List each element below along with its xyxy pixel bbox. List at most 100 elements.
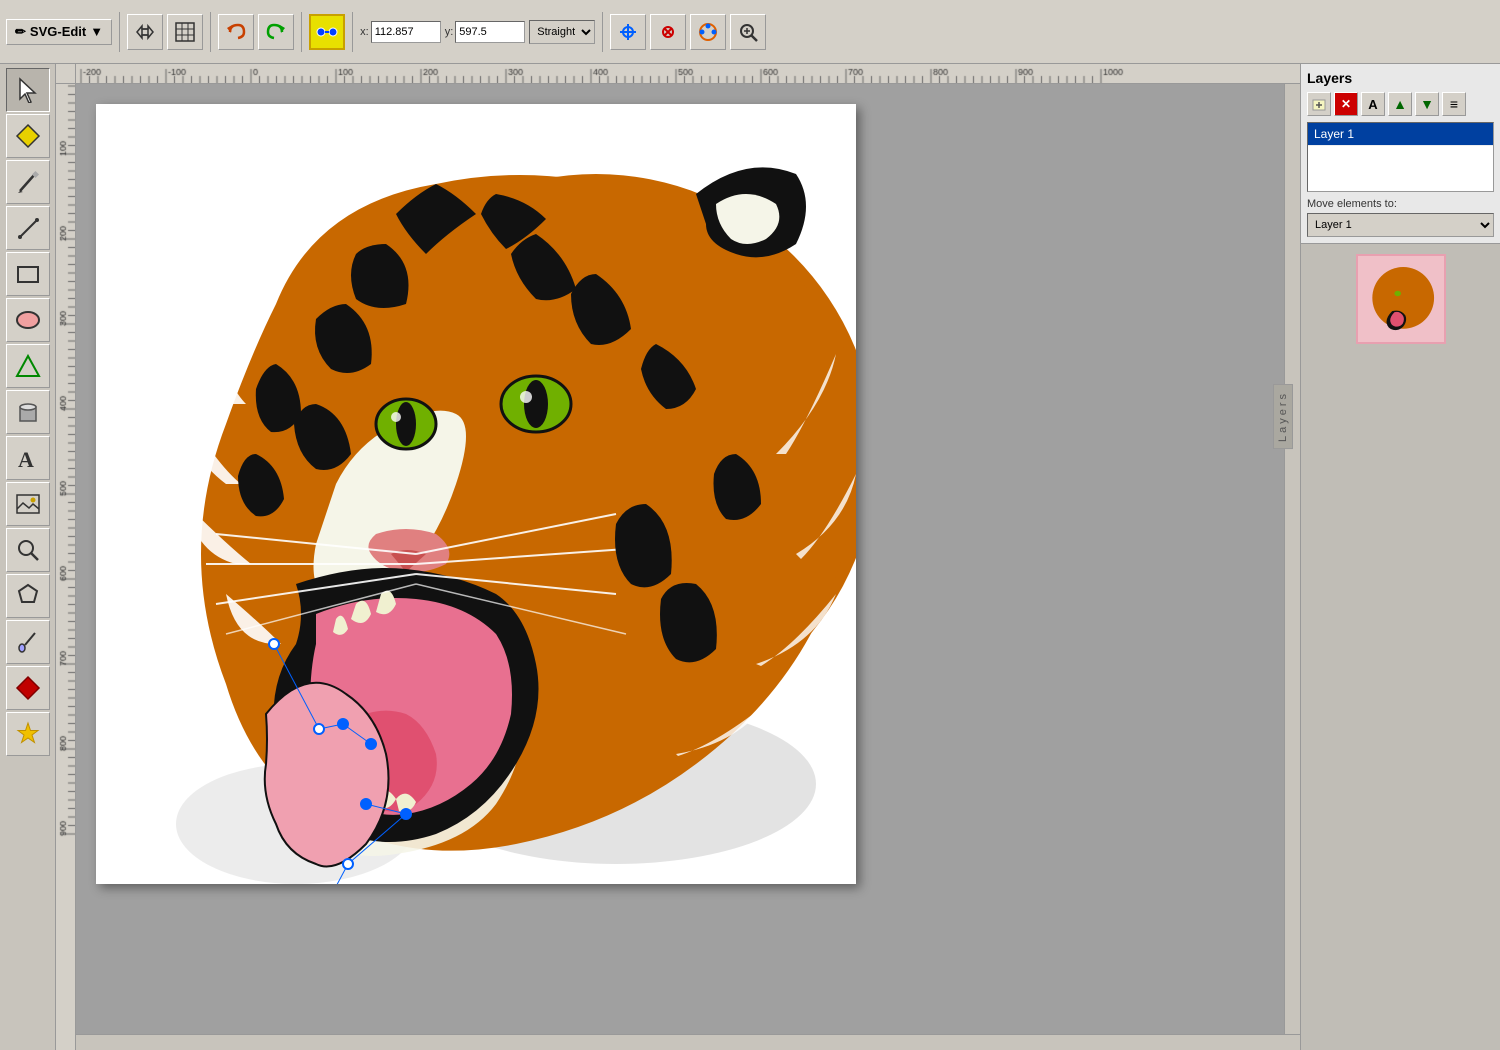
layers-title: Layers xyxy=(1307,70,1494,86)
star-icon xyxy=(15,721,41,747)
line-icon xyxy=(15,215,41,241)
add-node-icon xyxy=(616,20,640,44)
text-icon: A xyxy=(15,445,41,471)
x-coord-group: x: xyxy=(360,21,441,43)
main-toolbar: ✏ SVG-Edit ▼ xyxy=(0,0,1500,64)
x-label: x: xyxy=(360,26,369,38)
cylinder-tool-button[interactable] xyxy=(6,390,50,434)
image-tool-button[interactable] xyxy=(6,482,50,526)
layer-1-item[interactable]: Layer 1 xyxy=(1308,123,1493,146)
layers-side-tab[interactable]: Layers xyxy=(1273,384,1293,449)
rect-icon xyxy=(15,261,41,287)
y-input[interactable] xyxy=(455,21,525,43)
canvas-area xyxy=(56,64,1300,1050)
right-panel: Layers ✕ A ▲ ▼ ≡ Layer 1 xyxy=(1300,64,1500,1050)
dropper-tool-button[interactable] xyxy=(6,620,50,664)
new-layer-icon xyxy=(1311,96,1327,112)
y-label: y: xyxy=(445,26,454,38)
canvas-thumbnail xyxy=(1356,254,1446,344)
diamond-tool-button[interactable] xyxy=(6,666,50,710)
toggle-grid-button[interactable] xyxy=(167,14,203,50)
ruler-horizontal xyxy=(76,64,1300,84)
move-layer-down-button[interactable]: ▼ xyxy=(1415,92,1439,116)
zoom-button[interactable] xyxy=(730,14,766,50)
ruler-h-canvas xyxy=(76,64,1300,84)
undo-icon xyxy=(222,18,250,46)
rename-layer-button[interactable]: A xyxy=(1361,92,1385,116)
redo-button[interactable] xyxy=(258,14,294,50)
delete-node-icon xyxy=(656,20,680,44)
xml-icon xyxy=(133,20,157,44)
node-tool-active-button[interactable] xyxy=(309,14,345,50)
layers-list: Layer 1 xyxy=(1307,122,1494,192)
auto-smooth-icon xyxy=(696,20,720,44)
xml-editor-button[interactable] xyxy=(127,14,163,50)
svg-text:A: A xyxy=(18,447,34,471)
dropper-icon xyxy=(15,629,41,655)
segment-type-select[interactable]: Straight Curve Line Arc xyxy=(529,20,595,44)
layers-panel: Layers ✕ A ▲ ▼ ≡ Layer 1 xyxy=(1301,64,1500,244)
pencil-tool-button[interactable] xyxy=(6,160,50,204)
delete-layer-button[interactable]: ✕ xyxy=(1334,92,1358,116)
canvas-inner xyxy=(76,84,1300,1050)
redo-icon xyxy=(262,18,290,46)
new-layer-button[interactable] xyxy=(1307,92,1331,116)
zoom-tool-icon xyxy=(15,537,41,563)
thumbnail-svg xyxy=(1358,256,1444,342)
node-active-icon xyxy=(315,20,339,44)
layer-1-name: Layer 1 xyxy=(1314,127,1354,141)
ruler-corner xyxy=(56,64,76,84)
separator-3 xyxy=(301,12,302,52)
select-icon xyxy=(15,77,41,103)
main-area: A xyxy=(0,64,1500,1050)
node-edit-icon xyxy=(15,123,41,149)
ruler-v-canvas xyxy=(56,64,76,1050)
zoom-tool-button[interactable] xyxy=(6,528,50,572)
triangle-icon xyxy=(15,353,41,379)
triangle-tool-button[interactable] xyxy=(6,344,50,388)
ellipse-icon xyxy=(15,307,41,333)
app-title: SVG-Edit xyxy=(30,24,86,39)
title-dropdown-arrow: ▼ xyxy=(90,24,103,39)
canvas-scroll[interactable] xyxy=(76,84,1300,1050)
layer-options-button[interactable]: ≡ xyxy=(1442,92,1466,116)
move-layer-up-button[interactable]: ▲ xyxy=(1388,92,1412,116)
separator-2 xyxy=(210,12,211,52)
rect-tool-button[interactable] xyxy=(6,252,50,296)
svg-edit-menu-button[interactable]: ✏ SVG-Edit ▼ xyxy=(6,19,112,45)
text-tool-button[interactable]: A xyxy=(6,436,50,480)
line-tool-button[interactable] xyxy=(6,206,50,250)
zoom-icon xyxy=(736,20,760,44)
select-tool-button[interactable] xyxy=(6,68,50,112)
x-input[interactable] xyxy=(371,21,441,43)
node-edit-tool-button[interactable] xyxy=(6,114,50,158)
ellipse-tool-button[interactable] xyxy=(6,298,50,342)
add-node-button[interactable] xyxy=(610,14,646,50)
pencil-icon xyxy=(15,169,41,195)
polygon-tool-button[interactable] xyxy=(6,574,50,618)
layers-toolbar: ✕ A ▲ ▼ ≡ xyxy=(1307,92,1494,116)
toolbox: A xyxy=(0,64,56,1050)
y-coord-group: y: xyxy=(445,21,526,43)
separator-1 xyxy=(119,12,120,52)
star-tool-button[interactable] xyxy=(6,712,50,756)
cylinder-icon xyxy=(15,399,41,425)
delete-node-button[interactable] xyxy=(650,14,686,50)
undo-button[interactable] xyxy=(218,14,254,50)
move-elements-select[interactable]: Layer 1 xyxy=(1307,213,1494,237)
polygon-icon xyxy=(15,583,41,609)
svg-edit-pencil-icon: ✏ xyxy=(15,24,26,40)
horizontal-scrollbar[interactable] xyxy=(76,1034,1300,1050)
tiger-illustration xyxy=(96,104,856,884)
thumbnail-area xyxy=(1301,244,1500,354)
image-icon xyxy=(15,491,41,517)
ruler-vertical xyxy=(56,64,76,1050)
separator-5 xyxy=(602,12,603,52)
drawing-area[interactable] xyxy=(96,104,856,884)
auto-smooth-button[interactable] xyxy=(690,14,726,50)
move-elements-label: Move elements to: xyxy=(1307,198,1494,210)
diamond-icon xyxy=(15,675,41,701)
separator-4 xyxy=(352,12,353,52)
vertical-scrollbar[interactable] xyxy=(1284,84,1300,1034)
grid-icon xyxy=(173,20,197,44)
